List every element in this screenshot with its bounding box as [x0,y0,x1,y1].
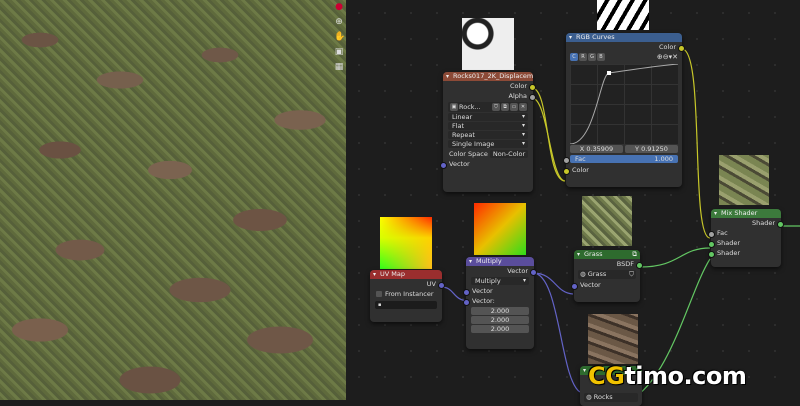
output-shader: Shader [711,218,784,228]
channel-g[interactable]: G [588,53,596,61]
curve-toolbar: CRGB ⊕⊖▾✕ [570,53,678,63]
output-socket[interactable] [438,281,445,289]
uv-preview [380,217,432,269]
input-socket[interactable] [708,250,715,258]
input-vector: Vector [463,286,534,296]
output-socket[interactable] [678,44,685,52]
node-title[interactable]: Grass⧉ [574,250,640,259]
input-socket[interactable] [563,156,570,164]
curve-graph[interactable] [570,64,678,144]
channel-c[interactable]: C [570,53,578,61]
input-color: Color [563,165,682,175]
close-icon[interactable]: ✕ [519,103,527,111]
fake-user-icon[interactable]: ⛉ [629,270,634,279]
3d-viewport[interactable]: ● ⊕ ✋ ▣ ▦ [0,0,346,400]
gizmo-icon[interactable]: ● [334,2,344,12]
input-socket[interactable] [708,240,715,248]
operation-dropdown[interactable]: Multiply [471,277,529,285]
output-vector: Vector [466,266,537,276]
fac-slider[interactable]: Fac 1.000 [563,155,678,164]
input-vector: Vector [440,159,533,169]
multiply-preview [474,203,526,255]
vector-z-field[interactable]: 2.000 [471,325,529,333]
input-socket[interactable] [563,167,570,175]
group-icon[interactable]: ⧉ [632,250,637,259]
input-fac: Fac [708,228,781,238]
image-icon: ▣ [450,103,458,111]
input-vector: Vector [571,280,640,290]
node-title[interactable]: UV Map [370,270,442,279]
output-color: Color [566,42,685,52]
output-socket[interactable] [530,268,537,276]
color-space-label: Color Space [449,150,488,158]
input-shader-1: Shader [708,238,781,248]
hand-icon[interactable]: ✋ [334,32,345,42]
input-socket[interactable] [571,282,578,290]
curves-preview [597,0,649,30]
grid-icon[interactable]: ▦ [334,62,344,72]
extension-dropdown[interactable]: Repeat [448,131,528,139]
duplicate-icon[interactable]: ⧉ [501,103,509,111]
uv-map-node[interactable]: UV Map UV From Instancer ▪ [370,270,445,322]
input-socket[interactable] [463,298,470,306]
mix-shader-node[interactable]: Mix Shader Shader Fac Shader Shader [708,209,784,267]
output-socket[interactable] [529,93,536,101]
node-title[interactable]: RGB Curves [566,33,682,42]
uv-icon: ▪ [378,302,382,308]
input-socket[interactable] [440,161,447,169]
grass-group-node[interactable]: Grass⧉ BSDF ◍ Grass ⛉ Vector [571,250,643,302]
group-selector[interactable]: ◍ Rocks [584,393,638,402]
output-color: Color [443,81,536,91]
watermark: CGtimo.com [588,362,747,390]
close-icon[interactable]: ✕ [672,53,678,61]
displacement-preview [462,18,514,70]
output-bsdf: BSDF [574,259,643,269]
node-title[interactable]: Rocks017_2K_Displacement... [443,72,533,81]
node-title[interactable]: Multiply [466,257,534,266]
image-texture-node[interactable]: Rocks017_2K_Displacement... Color Alpha … [440,72,536,192]
curve-line [570,64,678,144]
input-socket[interactable] [708,230,715,238]
output-uv: UV [370,279,445,289]
x-field[interactable]: X 0.35909 [570,145,623,153]
projection-dropdown[interactable]: Flat [448,122,528,130]
output-socket[interactable] [529,83,536,91]
from-instancer-checkbox[interactable]: From Instancer [370,289,442,299]
point-readout: X 0.35909 Y 0.91250 [570,145,678,153]
camera-icon[interactable]: ▣ [334,47,344,57]
interpolation-dropdown[interactable]: Linear [448,113,528,121]
zoom-icon[interactable]: ⊕ [334,17,344,27]
node-title[interactable]: Mix Shader [711,209,781,218]
group-selector[interactable]: ◍ Grass ⛉ [578,270,636,279]
uv-map-field[interactable]: ▪ [375,301,437,309]
color-space-dropdown[interactable]: Non-Color [490,150,528,158]
node-tree-icon: ◍ [580,270,586,278]
color-space-row: Color Space Non-Color [443,149,533,159]
vector-math-node[interactable]: Multiply Vector Multiply Vector Vector: … [463,257,537,349]
vector-y-field[interactable]: 2.000 [471,316,529,324]
output-alpha: Alpha [443,91,536,101]
rgb-curves-node[interactable]: RGB Curves Color CRGB ⊕⊖▾✕ X 0.35909 Y 0… [563,33,685,187]
fake-user-icon[interactable]: ⛉ [492,103,500,111]
vector-label: Vector: [463,296,534,306]
vector-x-field[interactable]: 2.000 [471,307,529,315]
output-socket[interactable] [777,220,784,228]
mix-preview [719,155,769,205]
input-socket[interactable] [463,288,470,296]
folder-icon[interactable]: ▭ [510,103,518,111]
channel-b[interactable]: B [597,53,605,61]
source-dropdown[interactable]: Single Image [448,140,528,148]
y-field[interactable]: Y 0.91250 [625,145,678,153]
grass-preview [582,196,632,246]
image-selector[interactable]: ▣ Rock... ⛉ ⧉ ▭ ✕ [448,102,528,112]
channel-r[interactable]: R [579,53,587,61]
output-socket[interactable] [636,261,643,269]
input-shader-2: Shader [708,248,781,258]
rocks-preview [588,314,638,364]
